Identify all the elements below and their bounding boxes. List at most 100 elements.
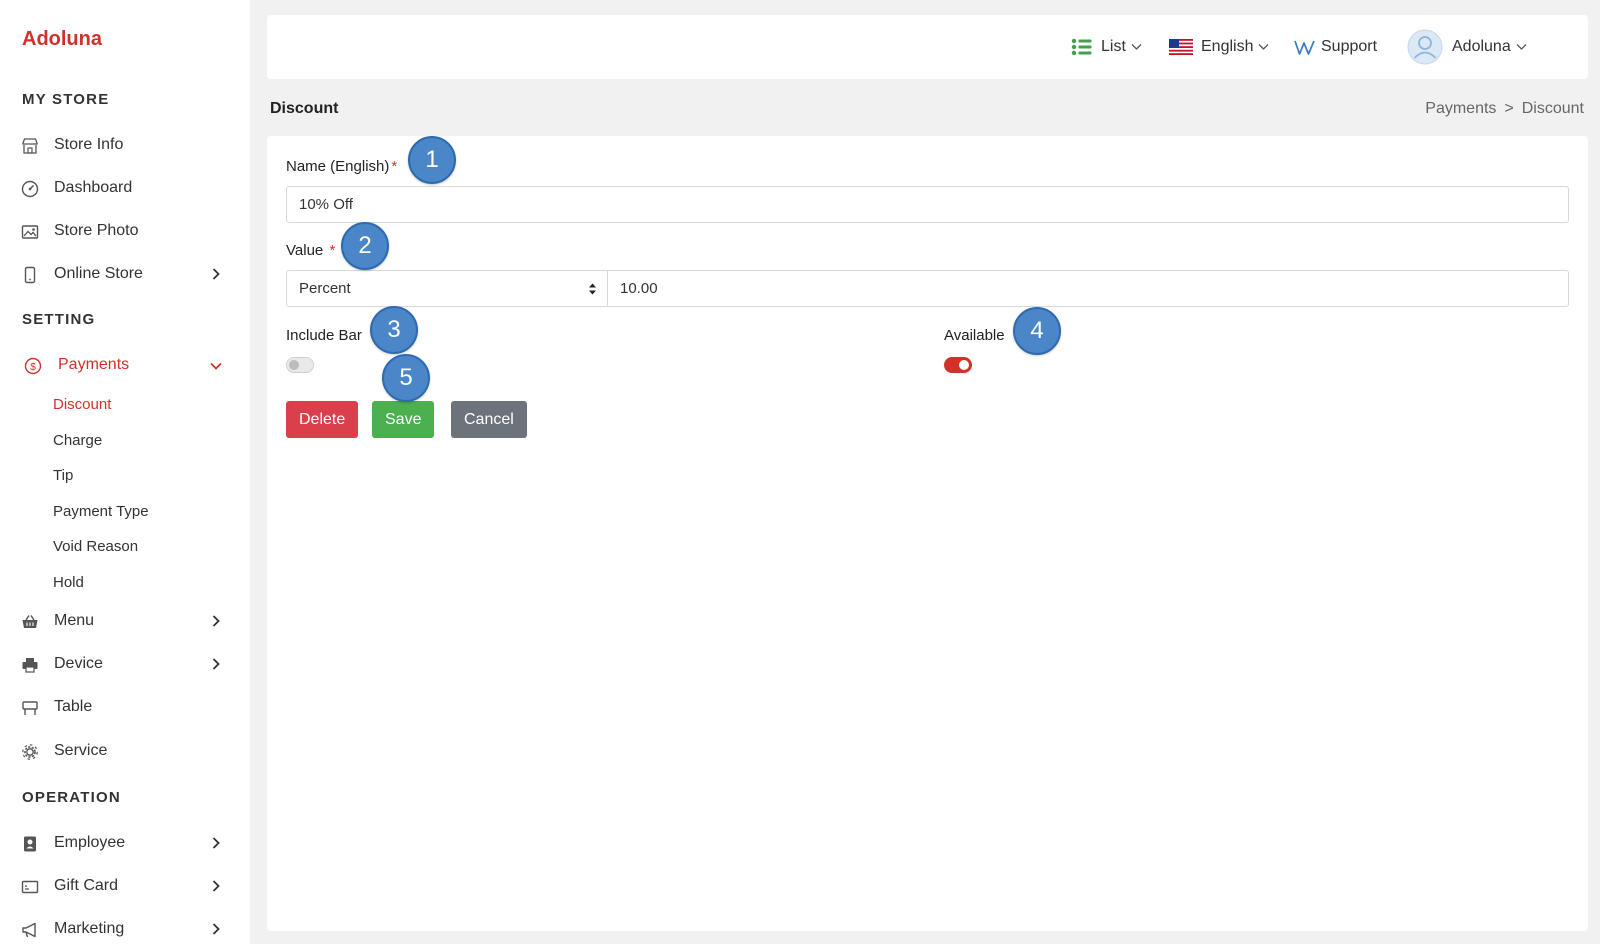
page-title: Discount [270,100,339,117]
discount-form-card: Name (English)* Value * Percent Include … [267,136,1588,931]
image-icon [21,223,39,241]
available-label: Available [944,327,1005,344]
value-field-label: Value * [286,242,335,259]
dollar-coin-icon: $ [24,357,42,375]
chevron-right-icon [212,880,220,892]
user-menu[interactable]: Adoluna [1407,15,1527,79]
annotation-marker-4: 4 [1013,307,1061,355]
sidebar-item-label: Table [54,698,93,715]
credit-card-icon [21,878,39,896]
gear-icon [21,743,39,761]
name-field-label: Name (English) * [286,158,397,175]
svg-text:$: $ [30,362,36,373]
delete-button[interactable]: Delete [286,401,359,438]
value-type-select[interactable]: Percent [286,270,608,307]
cancel-button[interactable]: Cancel [451,401,527,438]
chevron-right-icon [212,615,220,627]
sidebar-item-label: Employee [54,834,126,851]
view-mode-label: List [1101,38,1126,55]
list-icon [1071,38,1092,56]
sidebar-item-label: Marketing [54,920,125,937]
chevron-down-icon [1259,44,1269,50]
value-amount-input[interactable] [607,270,1569,307]
annotation-marker-3: 3 [370,306,418,354]
include-bar-label: Include Bar [286,327,362,344]
toggle-knob [289,360,299,370]
sidebar-item-dashboard[interactable]: Dashboard [0,168,250,208]
chevron-down-icon [1131,44,1142,50]
sidebar-item-payments[interactable]: $ Payments [0,345,250,385]
store-icon [21,137,39,155]
language-dropdown[interactable]: English [1169,15,1269,79]
megaphone-icon [21,921,39,939]
chevron-right-icon [212,268,220,280]
mobile-icon [21,266,39,284]
section-title-operation: OPERATION [22,789,121,806]
breadcrumb-parent[interactable]: Payments [1425,100,1496,117]
available-toggle[interactable] [944,357,972,373]
sidebar-item-service[interactable]: Service [0,731,250,771]
sidebar-subitem-charge[interactable]: Charge [53,432,102,449]
sidebar-item-device[interactable]: Device [0,644,250,684]
support-w-icon [1294,40,1315,55]
name-label-text: Name (English) [286,158,390,175]
sidebar-item-label: Menu [54,612,95,629]
view-mode-dropdown[interactable]: List [1071,15,1142,79]
sidebar-item-employee[interactable]: Employee [0,823,250,863]
support-label: Support [1321,38,1378,55]
sidebar-item-table[interactable]: Table [0,687,250,727]
sidebar-item-store-info[interactable]: Store Info [0,125,250,165]
chevron-right-icon [212,658,220,670]
annotation-marker-2: 2 [341,222,389,270]
brand-logo[interactable]: Adoluna [22,28,102,51]
id-badge-icon [21,835,39,853]
printer-icon [21,656,39,674]
avatar [1407,29,1443,65]
basket-icon [21,613,39,631]
save-button[interactable]: Save [372,401,435,438]
annotation-marker-5: 5 [382,354,430,402]
language-label: English [1201,38,1254,55]
top-bar: List English Support Adoluna [267,15,1588,79]
chevron-right-icon [212,923,220,935]
annotation-marker-1: 1 [408,136,456,184]
sidebar-subitem-void-reason[interactable]: Void Reason [53,538,138,555]
breadcrumb: Payments > Discount [1425,100,1584,118]
sidebar-item-store-photo[interactable]: Store Photo [0,211,250,251]
sidebar-subitem-discount[interactable]: Discount [53,396,111,413]
sidebar-item-label: Device [54,655,103,672]
value-label-text: Value [286,242,324,259]
sidebar-item-gift-card[interactable]: Gift Card [0,866,250,906]
sidebar-item-marketing[interactable]: Marketing [0,909,250,944]
sidebar-item-label: Payments [58,356,130,373]
sidebar-subitem-tip[interactable]: Tip [53,467,73,484]
sidebar-item-label: Store Info [54,136,124,153]
sidebar-item-online-store[interactable]: Online Store [0,254,250,294]
required-mark: * [329,242,336,259]
support-link[interactable]: Support [1294,15,1377,79]
breadcrumb-separator: > [1504,100,1514,117]
us-flag-icon [1169,39,1193,55]
sidebar-item-label: Store Photo [54,222,139,239]
sidebar-item-label: Dashboard [54,179,133,196]
chevron-down-icon [1516,44,1527,50]
section-title-setting: SETTING [22,311,96,328]
chevron-down-icon [210,362,222,370]
sidebar-item-label: Service [54,742,108,759]
sidebar-item-label: Online Store [54,265,143,282]
toggle-knob [959,360,969,370]
sidebar-item-menu[interactable]: Menu [0,601,250,641]
table-icon [21,699,39,717]
chevron-right-icon [212,837,220,849]
sidebar-subitem-hold[interactable]: Hold [53,574,84,591]
name-english-input[interactable] [286,186,1569,223]
breadcrumb-current: Discount [1521,100,1584,117]
select-arrows-icon [589,283,596,295]
gauge-icon [21,180,39,198]
value-type-selected: Percent [299,280,351,297]
sidebar-subitem-payment-type[interactable]: Payment Type [53,503,149,520]
section-title-my-store: MY STORE [22,91,110,108]
user-name: Adoluna [1452,38,1511,55]
include-bar-toggle[interactable] [286,357,314,373]
sidebar: Adoluna MY STORE Store Info Dashboard St… [0,0,250,944]
